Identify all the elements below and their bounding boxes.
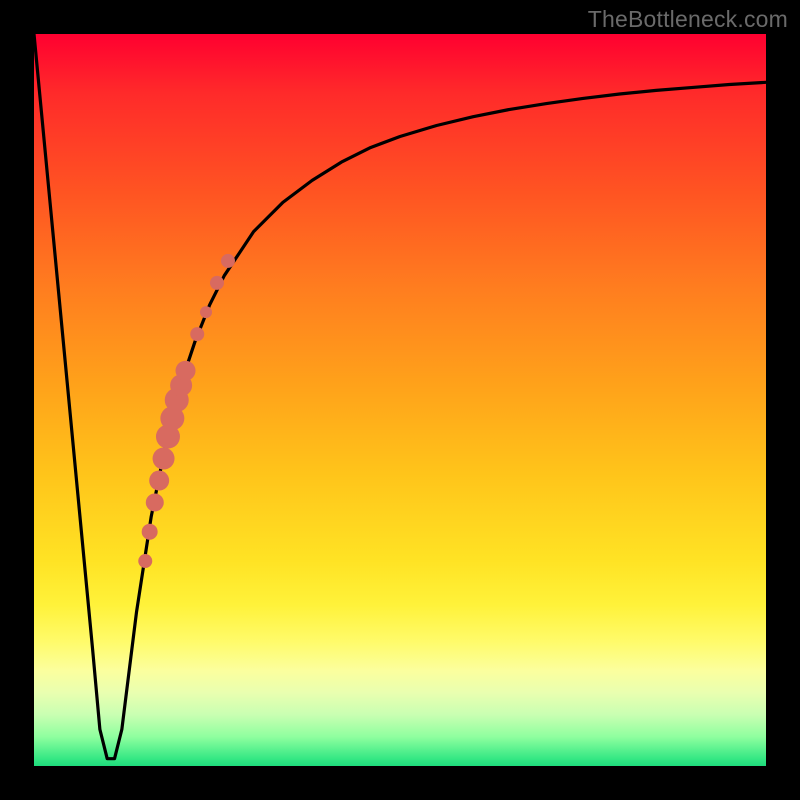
- chart-svg: [34, 34, 766, 766]
- marker-point: [176, 361, 196, 381]
- chart-frame: TheBottleneck.com: [0, 0, 800, 800]
- plot-area: [34, 34, 766, 766]
- highlighted-points: [138, 254, 235, 568]
- bottleneck-curve: [34, 34, 766, 759]
- marker-point: [190, 327, 204, 341]
- marker-point: [138, 554, 152, 568]
- marker-point: [142, 524, 158, 540]
- marker-point: [200, 306, 212, 318]
- marker-point: [149, 471, 169, 491]
- marker-point: [221, 254, 235, 268]
- marker-point: [146, 493, 164, 511]
- marker-point: [153, 448, 175, 470]
- watermark-text: TheBottleneck.com: [588, 6, 788, 33]
- marker-point: [210, 276, 224, 290]
